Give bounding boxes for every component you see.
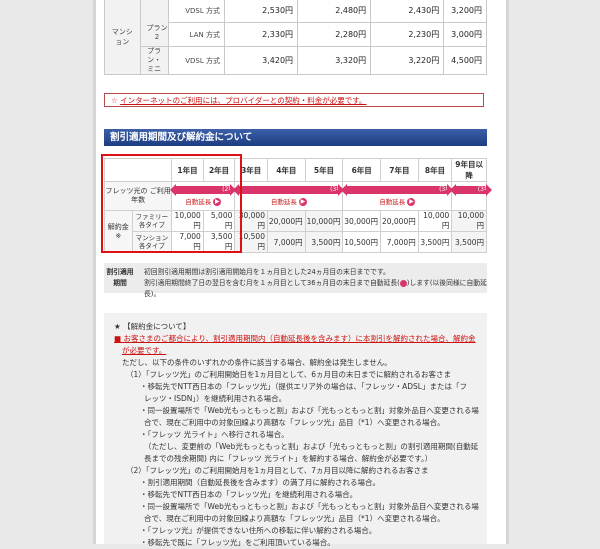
play-icon: ▶ xyxy=(407,198,416,206)
fee-cell: 10,500円 xyxy=(342,231,382,253)
cancel-line: ・「フレッツ光」が提供できない住所への移転に伴い解約される場合。 xyxy=(140,526,377,535)
table-row: マンション VDSL 方式 2,530円 2,480円 2,430円 3,200… xyxy=(104,0,487,75)
method-cell: LAN 方式 xyxy=(167,22,225,47)
year-header: 5年目 xyxy=(304,158,344,182)
cancel-heading: ★ 【解約金について】 xyxy=(114,322,191,331)
price-cell: 2,330円 xyxy=(223,22,299,47)
cancel-line: 合で、現在ご利用中の対象回線より高額な「フレッツ光」品目（*1）へ変更される場合… xyxy=(144,514,445,523)
period-note-line: 割引適用期間終了日の翌日を含む月を１ヵ月目として36ヵ月目の末日まで自動延長()… xyxy=(144,279,487,298)
cancel-line: （ただし、変更前の「Web光もっともっと割」および「光もっともっと割」の割引適用… xyxy=(144,442,479,451)
cancellation-fee-section: ★ 【解約金について】 ■ お客さまのご都合により、割引適用期間内（自動延長後を… xyxy=(104,313,487,547)
year-header: 9年目以降 xyxy=(451,158,487,182)
fee-cell: 20,000円 xyxy=(380,210,419,232)
period-bar-2: (3年間) 自動延長 ▶ xyxy=(233,181,351,211)
star-icon: ☆ xyxy=(111,96,118,105)
category-cell: マンション xyxy=(104,0,141,75)
price-cell: 3,220円 xyxy=(370,46,445,75)
price-cell: 3,320円 xyxy=(297,46,372,75)
cancel-line: 合で、現在ご利用中の対象回線より高額な「フレッツ光」品目（*1）へ変更される場合… xyxy=(144,418,445,427)
cancel-line: が必要です。 xyxy=(122,346,167,355)
period-note-text: 初回割引適用期間は割引適用開始月を１ヵ月目とした24ヵ月目の末日までです。 割引… xyxy=(144,267,487,300)
fee-cell: 30,000円 xyxy=(342,210,382,232)
method-cell: VDSL 方式 xyxy=(167,46,225,75)
plan-2-label: プラン 2 xyxy=(146,24,168,41)
price-cell: 3,200円 xyxy=(443,0,487,23)
cancel-line: ・割引適用期間（自動延長後を含みます）の満了月に解約される場合。 xyxy=(140,478,380,487)
fee-cell: 7,000円 xyxy=(380,231,419,253)
price-cell: 2,230円 xyxy=(370,22,445,47)
fee-cell: 3,500円 xyxy=(451,231,487,253)
year-header: 8年目 xyxy=(417,158,453,182)
fee-cell: 10,000円 xyxy=(451,210,487,232)
provider-notice-link[interactable]: インターネットのご利用には、プロバイダーとの契約・料金が必要です。 xyxy=(120,96,366,105)
cancel-line: ・同一設置場所で「Web光もっともっと割」および「光もっともっと割」対象外品目へ… xyxy=(140,406,479,415)
cancel-line: ただし、以下の条件のいずれかの条件に該当する場合、解約金は発生しません。 xyxy=(122,358,392,367)
cancel-line: ・移転先で既に「フレッツ光」をご利用頂いている場合。 xyxy=(140,538,335,547)
fee-cell: 7,000円 xyxy=(266,231,306,253)
auto-extend: 自動延長 ▶ xyxy=(379,198,416,206)
fee-cell: 3,500円 xyxy=(417,231,453,253)
price-cell: 2,430円 xyxy=(370,0,445,23)
year-header: 7年目 xyxy=(380,158,419,182)
auto-extend: 自動延長 ▶ xyxy=(270,198,307,206)
cancel-line: ・移転先でNTT西日本の「フレッツ光」（提供エリア外の場合は、「フレッツ・ADS… xyxy=(140,382,467,391)
section-title: 割引適用期間及び解約金について xyxy=(104,129,487,146)
period-bar-3: (3年間) 自動延長 ▶ xyxy=(341,181,460,211)
price-cell: 2,280円 xyxy=(297,22,372,47)
price-cell: 3,000円 xyxy=(443,22,487,47)
page-shadow-right xyxy=(506,0,509,544)
cancel-line: （1）「フレッツ光」のご利用開始日を1ヵ月目として、6ヵ月目の末日までに解約され… xyxy=(126,370,451,379)
cancel-line: 長までの残余期間) 内に「フレッツ 光ライト」を解約する場合、解約金が必要です。… xyxy=(144,454,433,463)
table-row: プラン・ミニ VDSL 方式 3,420円 3,320円 3,220円 4,50… xyxy=(105,46,487,75)
fee-cell: 10,000円 xyxy=(417,210,453,232)
provider-notice: ☆ インターネットのご利用には、プロバイダーとの契約・料金が必要です。 xyxy=(104,93,484,107)
period-label: (3年間) xyxy=(477,186,499,193)
play-icon: ▶ xyxy=(298,198,307,206)
cancel-line: レッツ・ISDN」）を継続利用される場合。 xyxy=(144,394,287,403)
price-cell: 2,480円 xyxy=(297,0,372,23)
period-note-label: 割引適用期間 xyxy=(106,268,134,287)
fee-cell: 3,500円 xyxy=(304,231,344,253)
cancel-line: （2）「フレッツ光」のご利用開始月を1ヵ月目として、7ヵ月目以降に解約されるお客… xyxy=(126,466,429,475)
method-cell: VDSL 方式 xyxy=(167,0,225,23)
plan-cell: プラン・ミニ xyxy=(139,46,169,75)
year-header: 4年目 xyxy=(266,158,306,182)
price-cell: 2,530円 xyxy=(223,0,299,23)
price-cell: 3,420円 xyxy=(223,46,299,75)
cancel-line: ・「フレッツ 光ライト」へ移行される場合。 xyxy=(140,430,289,439)
cancel-line: ・移転先でNTT西日本の「フレッツ光」を継続利用される場合。 xyxy=(140,490,358,499)
highlight-box xyxy=(101,154,242,253)
auto-extend-icon xyxy=(399,279,407,287)
period-bar-4: (3年間) xyxy=(450,181,498,211)
cancel-line: ・同一設置場所で「Web光もっともっと割」および「光もっともっと割」対象外品目へ… xyxy=(140,502,479,511)
cancel-line: ■ お客さまのご都合により、割引適用期間内（自動延長後を含みます）に本割引を解約… xyxy=(114,334,476,343)
year-header: 6年目 xyxy=(342,158,382,182)
price-cell: 4,500円 xyxy=(443,46,487,75)
fee-cell: 10,000円 xyxy=(304,210,344,232)
period-note: 割引適用期間 初回割引適用期間は割引適用開始月を１ヵ月目とした24ヵ月目の末日ま… xyxy=(104,263,487,298)
fee-cell: 20,000円 xyxy=(266,210,306,232)
period-note-line: 初回割引適用期間は割引適用開始月を１ヵ月目とした24ヵ月目の末日までです。 xyxy=(144,268,390,276)
